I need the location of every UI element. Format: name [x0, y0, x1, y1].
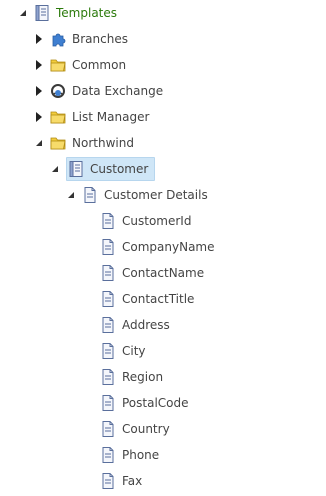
field-icon: [100, 291, 116, 307]
selection-highlight[interactable]: Customer: [66, 157, 156, 181]
tree-node-label: Fax: [122, 474, 143, 488]
tree-node-label: Country: [122, 422, 170, 436]
tree-node-common[interactable]: Common: [34, 53, 128, 77]
tree-node-label: Customer: [90, 162, 149, 176]
tree-node-label: Northwind: [72, 136, 134, 150]
template-icon: [68, 161, 84, 177]
collapse-arrow-icon[interactable]: [66, 190, 76, 200]
tree-node-field[interactable]: Phone: [84, 443, 161, 467]
field-icon: [100, 265, 116, 281]
tree-node-field[interactable]: Country: [84, 417, 172, 441]
tree-node-customer[interactable]: Customer: [50, 157, 156, 181]
document-icon: [82, 187, 98, 203]
tree-node-field[interactable]: PostalCode: [84, 391, 191, 415]
field-icon: [100, 421, 116, 437]
field-icon: [100, 369, 116, 385]
field-icon: [100, 473, 116, 489]
tree-node-field[interactable]: CompanyName: [84, 235, 217, 259]
tree-node-templates[interactable]: Templates: [18, 1, 119, 25]
tree-node-label: Templates: [56, 6, 118, 20]
tree-node-northwind[interactable]: Northwind: [34, 131, 136, 155]
tree-node-label: PostalCode: [122, 396, 189, 410]
tree-node-label: Customer Details: [104, 188, 208, 202]
template-icon: [34, 5, 50, 21]
tree-node-label: Data Exchange: [72, 84, 164, 98]
collapse-arrow-icon[interactable]: [18, 8, 28, 18]
tree-node-label: Common: [72, 58, 127, 72]
expand-arrow-icon[interactable]: [34, 112, 44, 122]
tree-node-data-exchange[interactable]: Data Exchange: [34, 79, 165, 103]
content-tree: Templates Branches Common Data Exchange …: [0, 0, 326, 496]
folder-icon: [50, 57, 66, 73]
tree-node-label: ContactTitle: [122, 292, 195, 306]
tree-node-field[interactable]: ContactName: [84, 261, 206, 285]
expand-arrow-icon[interactable]: [34, 34, 44, 44]
field-icon: [100, 239, 116, 255]
branch-puzzle-icon: [50, 31, 66, 47]
tree-node-label: List Manager: [72, 110, 150, 124]
expand-arrow-icon[interactable]: [34, 60, 44, 70]
field-icon: [100, 213, 116, 229]
tree-node-label: Region: [122, 370, 164, 384]
tree-node-label: City: [122, 344, 146, 358]
tree-node-branches[interactable]: Branches: [34, 27, 130, 51]
field-icon: [100, 317, 116, 333]
field-icon: [100, 447, 116, 463]
collapse-arrow-icon[interactable]: [50, 164, 60, 174]
collapse-arrow-icon[interactable]: [34, 138, 44, 148]
tree-node-field[interactable]: City: [84, 339, 148, 363]
folder-icon: [50, 109, 66, 125]
folder-icon: [50, 135, 66, 151]
tree-node-customer-details[interactable]: Customer Details: [66, 183, 210, 207]
tree-node-field[interactable]: Address: [84, 313, 172, 337]
tree-node-field[interactable]: ContactTitle: [84, 287, 196, 311]
field-icon: [100, 395, 116, 411]
tree-node-label: Phone: [122, 448, 160, 462]
tree-node-field[interactable]: Region: [84, 365, 165, 389]
tree-node-field[interactable]: Fax: [84, 469, 144, 493]
field-icon: [100, 343, 116, 359]
tree-node-label: CompanyName: [122, 240, 215, 254]
tree-node-label: CustomerId: [122, 214, 192, 228]
tree-node-list-manager[interactable]: List Manager: [34, 105, 151, 129]
tree-node-label: ContactName: [122, 266, 205, 280]
tree-node-label: Address: [122, 318, 170, 332]
tree-node-field[interactable]: CustomerId: [84, 209, 193, 233]
expand-arrow-icon[interactable]: [34, 86, 44, 96]
data-exchange-icon: [50, 83, 66, 99]
tree-node-label: Branches: [72, 32, 128, 46]
